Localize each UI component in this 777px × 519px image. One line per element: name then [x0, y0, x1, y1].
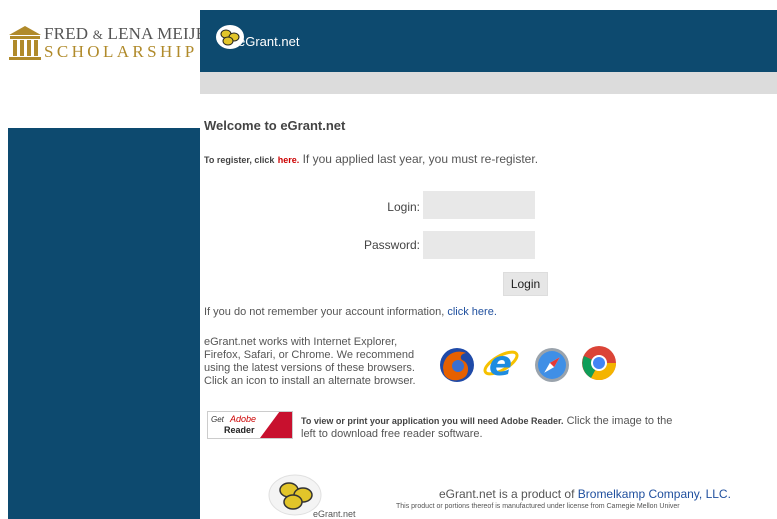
forgot-link[interactable]: click here. [447, 306, 497, 318]
register-line: To register, click here. If you applied … [204, 152, 538, 166]
org-name-top: FRED & LENA MEIJER [44, 24, 218, 43]
adobe-get-label: Get [211, 415, 224, 424]
footer-logo-text: eGrant.net [313, 509, 356, 519]
svg-text:e: e [489, 344, 512, 382]
bromelkamp-link[interactable]: Bromelkamp Company, LLC. [578, 487, 731, 501]
adobe-logo-icon [260, 412, 292, 438]
product-line: eGrant.net is a product of Bromelkamp Co… [439, 487, 731, 501]
register-link[interactable]: here. [278, 155, 300, 165]
login-button[interactable]: Login [503, 272, 548, 296]
sidebar [8, 128, 200, 519]
register-prefix: To register, click [204, 155, 275, 165]
org-name-bottom: SCHOLARSHIP [44, 42, 198, 61]
reader-info: To view or print your application you wi… [301, 415, 681, 441]
browser-info: eGrant.net works with Internet Explorer,… [204, 336, 416, 387]
chrome-icon[interactable] [580, 344, 618, 382]
license-text: This product or portions thereof is manu… [396, 503, 680, 510]
firefox-icon[interactable] [438, 346, 476, 384]
app-name: eGrant.net [238, 34, 300, 49]
password-label: Password: [363, 238, 420, 252]
safari-icon[interactable] [533, 346, 571, 384]
adobe-reader-label: Reader [224, 425, 255, 435]
product-prefix: eGrant.net is a product of [439, 487, 575, 501]
login-label: Login: [387, 200, 420, 214]
password-input[interactable] [423, 231, 535, 259]
forgot-line: If you do not remember your account info… [204, 306, 497, 318]
register-suffix: If you applied last year, you must re-re… [302, 152, 539, 166]
adobe-brand-label: Adobe [230, 414, 257, 424]
login-input[interactable] [423, 191, 535, 219]
internet-explorer-icon[interactable]: e [482, 344, 520, 382]
adobe-reader-badge[interactable]: Get Adobe Reader [207, 411, 293, 439]
page-title: Welcome to eGrant.net [204, 118, 346, 133]
header-subbar [200, 72, 777, 94]
columns-icon [9, 26, 41, 60]
scholarship-logo: FRED & LENA MEIJER SCHOLARSHIP [0, 0, 218, 70]
forgot-prefix: If you do not remember your account info… [204, 306, 445, 318]
reader-bold: To view or print your application you wi… [301, 416, 564, 426]
